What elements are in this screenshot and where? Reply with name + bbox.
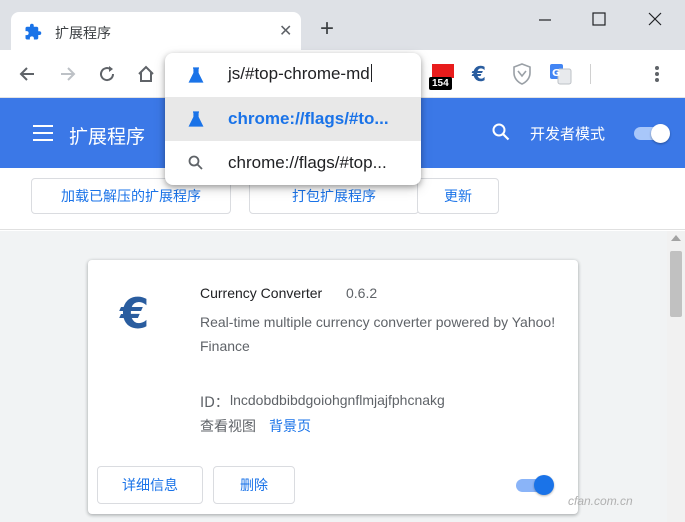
extension-name: Currency Converter — [200, 285, 323, 301]
omnibox-dropdown: js/#top-chrome-md chrome://flags/#to... … — [165, 53, 421, 185]
search-icon — [188, 155, 203, 170]
forward-icon[interactable] — [57, 64, 77, 84]
page-title: 扩展程序 — [69, 126, 146, 148]
remove-button[interactable]: 删除 — [213, 466, 295, 504]
extension-id-label: ID： — [200, 395, 229, 411]
omnibox-suggestion-text: chrome://flags/#to... — [228, 109, 389, 128]
tab-strip: 扩展程序 ✕ + — [0, 0, 685, 50]
background-page-link[interactable]: 背景页 — [269, 416, 311, 436]
new-tab-button[interactable]: + — [320, 17, 334, 41]
home-icon[interactable] — [136, 64, 156, 84]
tab-title: 扩展程序 — [55, 26, 111, 42]
extension-id: lncdobdbibdgoiohgnflmjajfphcnakg — [230, 392, 445, 408]
translate-icon[interactable]: G — [549, 62, 573, 86]
maximize-icon[interactable] — [588, 8, 610, 30]
scrollbar-thumb[interactable] — [670, 251, 682, 317]
extension-enable-toggle[interactable] — [514, 475, 554, 495]
scrollbar[interactable] — [667, 231, 685, 522]
developer-mode-label: 开发者模式 — [530, 125, 606, 143]
update-button[interactable]: 更新 — [417, 178, 499, 214]
hamburger-menu-icon[interactable] — [33, 125, 53, 141]
extension-badge: 154 — [429, 77, 452, 90]
omnibox-suggestion-text: chrome://flags/#top... — [228, 153, 387, 172]
scroll-up-icon[interactable] — [671, 235, 681, 241]
currency-converter-icon[interactable]: € — [470, 62, 494, 86]
extension-version: 0.6.2 — [346, 285, 378, 301]
search-icon[interactable] — [491, 122, 511, 142]
omnibox-suggestion[interactable]: chrome://flags/#to... — [165, 97, 421, 141]
inspect-views-label: 查看视图 — [200, 419, 256, 435]
extension-shield-icon[interactable] — [510, 62, 534, 86]
extension-card: € Currency Converter 0.6.2 Real-time mul… — [88, 260, 578, 514]
puzzle-icon — [25, 23, 42, 40]
flask-icon — [188, 111, 204, 127]
extension-description: Real-time multiple currency converter po… — [200, 314, 556, 354]
details-button[interactable]: 详细信息 — [97, 466, 203, 504]
omnibox-input[interactable]: js/#top-chrome-md — [228, 64, 372, 84]
svg-text:G: G — [552, 68, 560, 79]
tab-extensions[interactable]: 扩展程序 ✕ — [11, 12, 301, 50]
menu-icon[interactable] — [654, 64, 660, 84]
back-icon[interactable] — [18, 64, 38, 84]
flask-icon — [188, 67, 204, 83]
toolbar-separator — [590, 64, 591, 84]
svg-text:€: € — [471, 62, 486, 86]
tab-close-icon[interactable]: ✕ — [279, 21, 292, 41]
reload-icon[interactable] — [97, 64, 117, 84]
currency-converter-icon: € — [119, 290, 149, 336]
close-window-icon[interactable] — [644, 8, 666, 30]
minimize-icon[interactable] — [534, 8, 556, 30]
omnibox-suggestion[interactable]: chrome://flags/#top... — [165, 141, 421, 185]
developer-mode-toggle[interactable] — [632, 124, 670, 143]
omnibox-input-row[interactable]: js/#top-chrome-md — [165, 53, 421, 97]
svg-text:€: € — [119, 290, 149, 336]
watermark: cfan.com.cn — [568, 494, 633, 508]
